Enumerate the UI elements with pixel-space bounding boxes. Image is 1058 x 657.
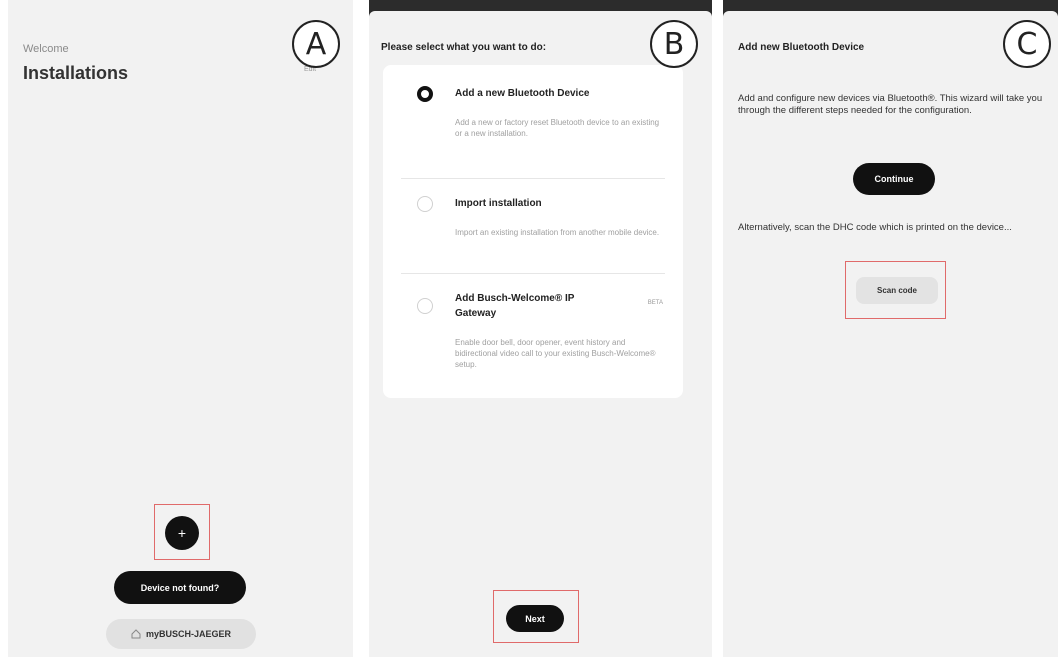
option-title: Add Busch-Welcome® IP Gateway (455, 293, 575, 319)
house-icon (131, 629, 141, 639)
option-add-bluetooth[interactable]: Add a new Bluetooth Device Add a new or … (383, 65, 683, 178)
options-card: Add a new Bluetooth Device Add a new or … (383, 65, 683, 398)
device-not-found-label: Device not found? (140, 582, 220, 593)
beta-badge: BETA (647, 300, 663, 306)
step-marker-c: C (1003, 20, 1051, 68)
step-marker-a: A (292, 20, 340, 68)
add-installation-button[interactable]: + (165, 516, 199, 550)
continue-label: Continue (874, 174, 914, 184)
select-heading: Please select what you want to do: (381, 42, 547, 53)
mybusch-jaeger-label: myBUSCH-JAEGER (145, 629, 232, 639)
option-add-ip-gateway[interactable]: Add Busch-Welcome® IP Gateway BETA Enabl… (383, 274, 683, 398)
mybusch-jaeger-button[interactable]: myBUSCH-JAEGER (106, 619, 256, 649)
continue-button[interactable]: Continue (853, 163, 935, 195)
screen-title: Add new Bluetooth Device (738, 42, 865, 53)
panel-select-action: Please select what you want to do: Add a… (369, 0, 712, 657)
scan-code-button[interactable]: Scan code (856, 277, 938, 304)
alternative-text: Alternatively, scan the DHC code which i… (738, 222, 1012, 233)
select-action-screen: Please select what you want to do: Add a… (369, 11, 712, 657)
option-import-installation[interactable]: Import installation Import an existing i… (383, 179, 683, 273)
step-marker-b: B (650, 20, 698, 68)
intro-text: Add and configure new devices via Blueto… (738, 93, 1043, 116)
panel-add-bluetooth: Add new Bluetooth Device Add and configu… (723, 0, 1058, 657)
option-title: Add a new Bluetooth Device (455, 88, 590, 99)
next-button[interactable]: Next (506, 605, 564, 632)
page-title: Installations (23, 63, 129, 83)
radio-unselected[interactable] (417, 298, 433, 314)
radio-selected[interactable] (417, 86, 433, 102)
add-bluetooth-screen: Add new Bluetooth Device Add and configu… (723, 11, 1058, 657)
radio-unselected[interactable] (417, 196, 433, 212)
option-title: Import installation (455, 198, 542, 209)
welcome-label: Welcome (23, 43, 69, 55)
installations-screen: Welcome Installations Edit + Device not … (8, 0, 353, 657)
scan-code-label: Scan code (876, 286, 917, 295)
next-label: Next (525, 613, 545, 624)
panel-installations: Welcome Installations Edit + Device not … (8, 0, 353, 657)
device-not-found-button[interactable]: Device not found? (114, 571, 246, 604)
plus-icon: + (177, 525, 187, 541)
option-description: Add a new or factory reset Bluetooth dev… (455, 118, 660, 138)
option-description: Enable door bell, door opener, event his… (455, 338, 656, 369)
option-description: Import an existing installation from ano… (455, 228, 660, 237)
